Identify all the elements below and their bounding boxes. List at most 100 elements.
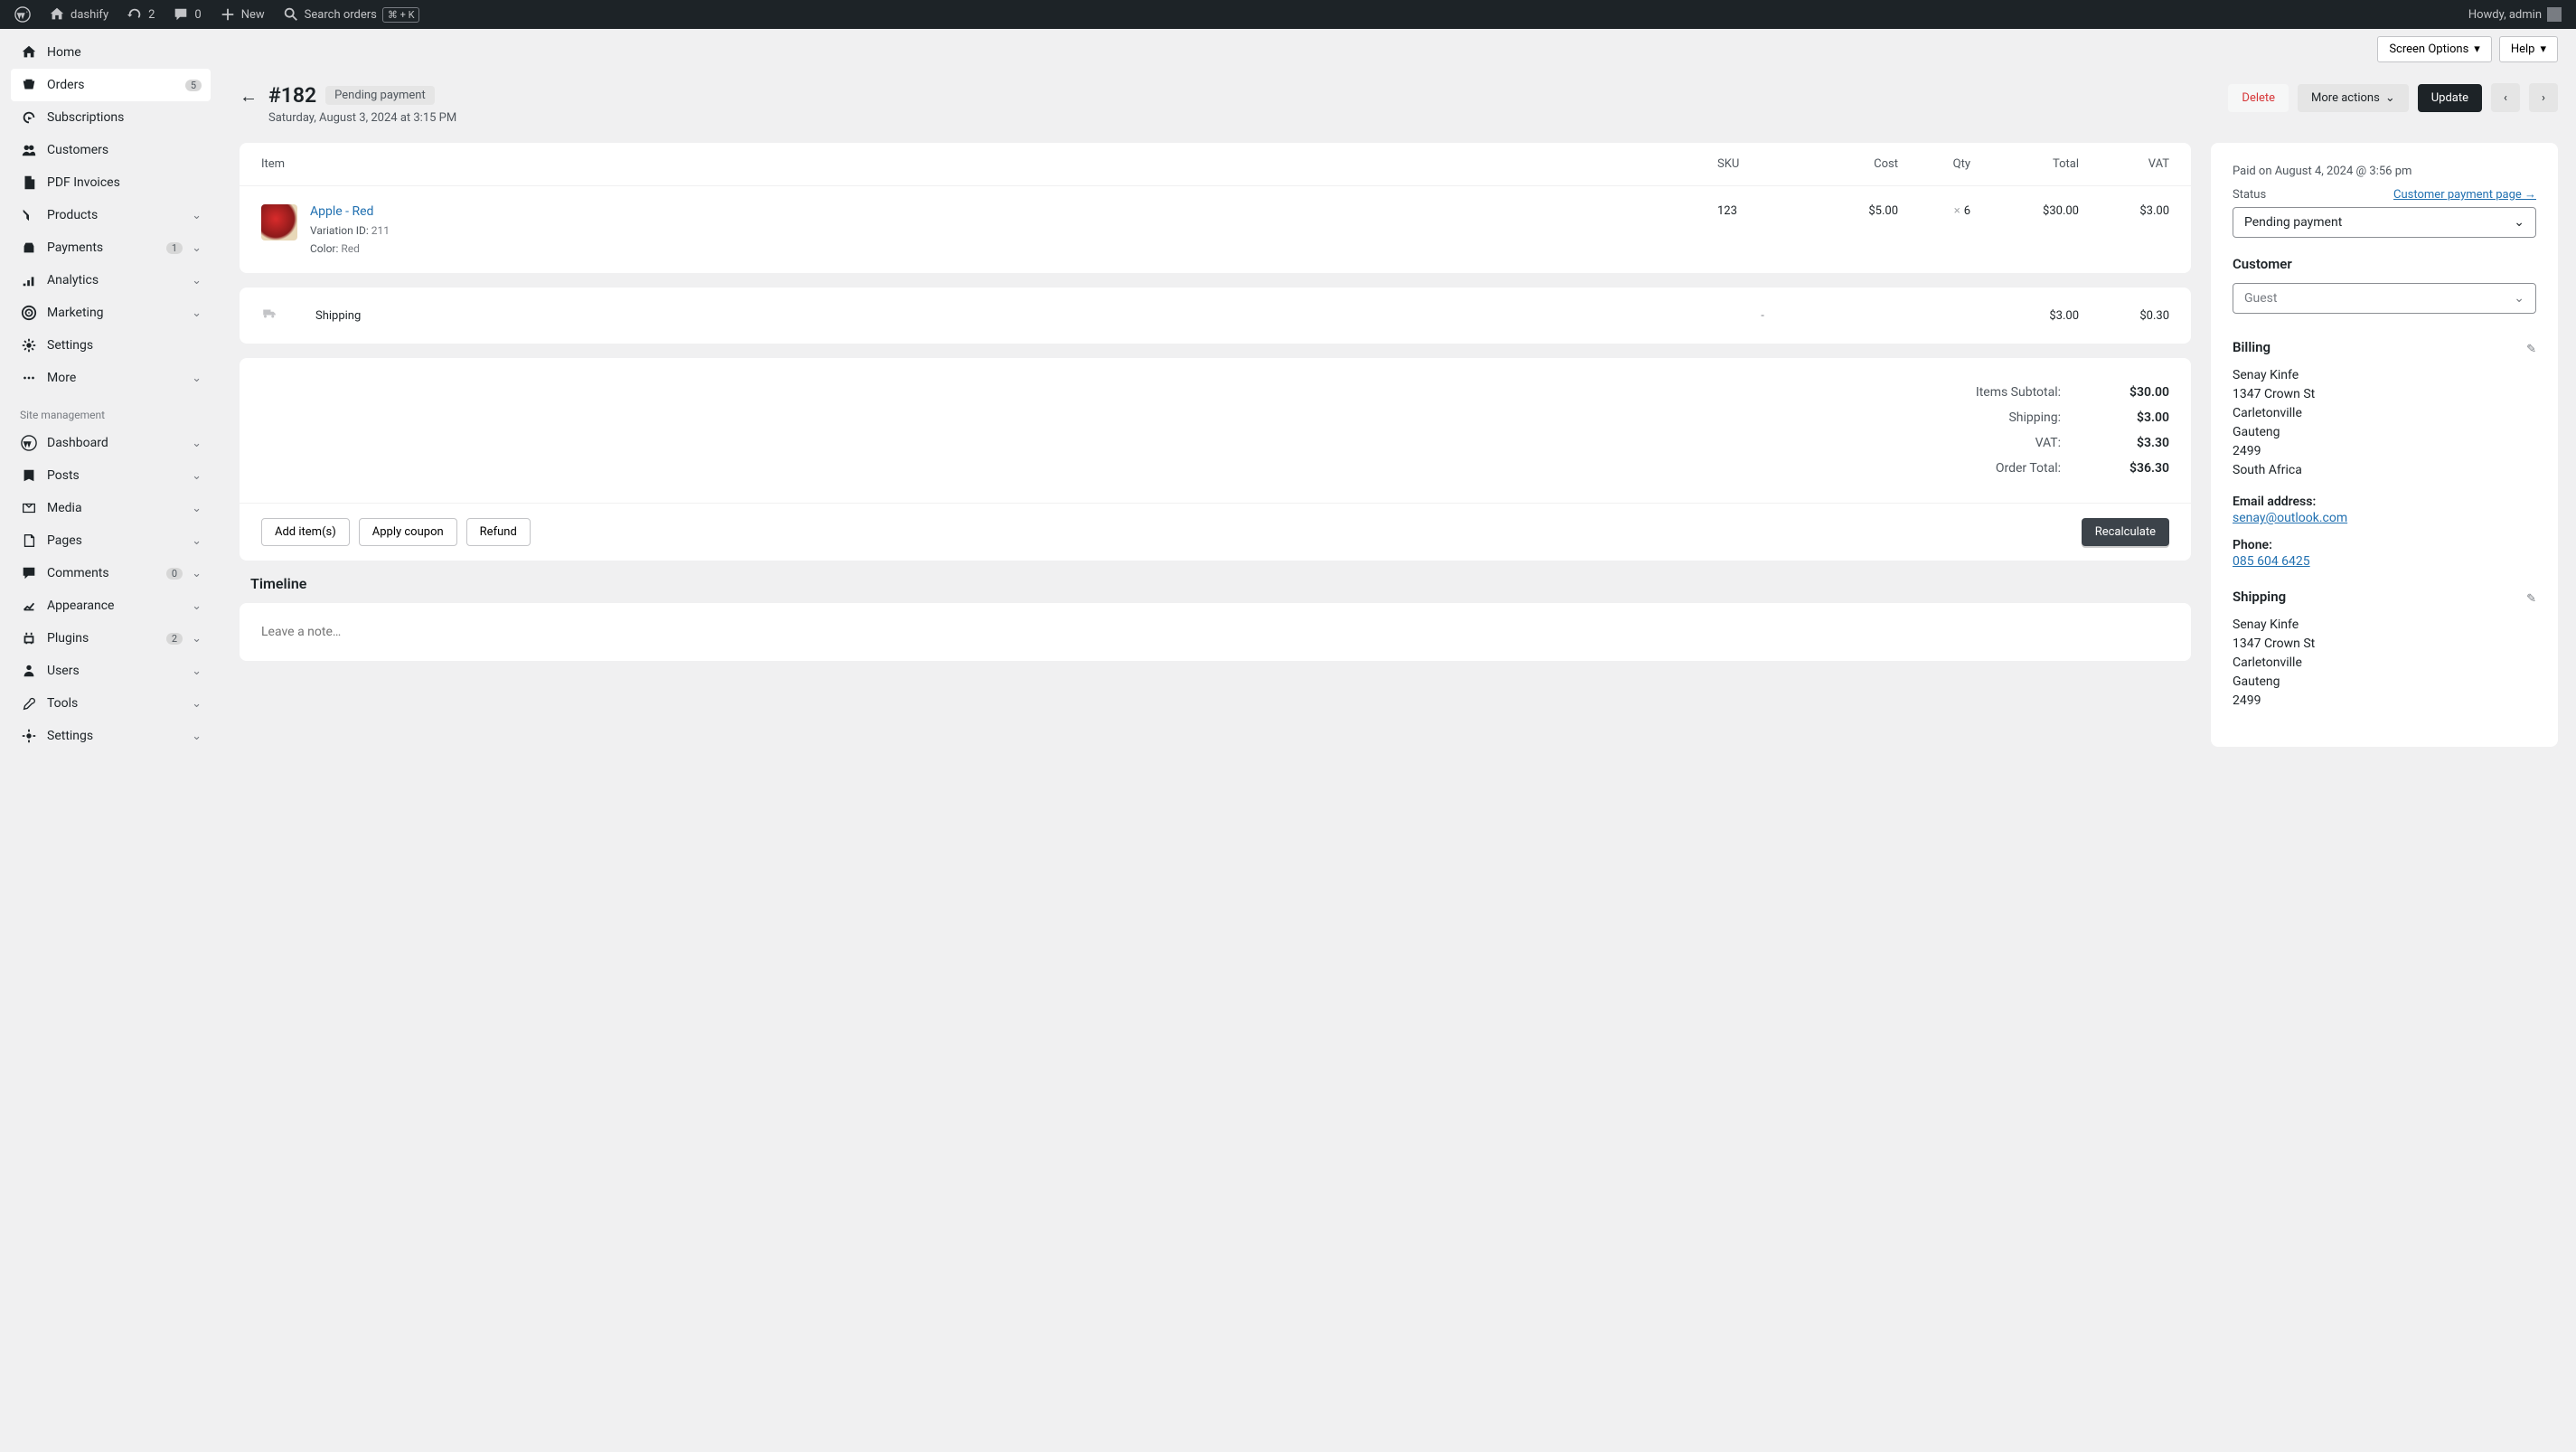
menu-icon [20,467,38,485]
chevron-down-icon: ⌄ [2514,215,2524,230]
menu-label: Dashboard [47,436,183,450]
billing-address: Senay Kinfe 1347 Crown St Carletonville … [2233,366,2536,480]
shipping-vat: $0.30 [2079,309,2169,323]
delete-button[interactable]: Delete [2228,84,2289,112]
menu-badge: 1 [166,242,183,254]
menu-icon [20,108,38,127]
caret-down-icon: ▾ [2474,42,2480,56]
menu-label: Posts [47,468,183,483]
updates-link[interactable]: 2 [119,0,162,29]
chevron-down-icon: ⌄ [192,469,202,483]
sidebar-item-settings[interactable]: Settings⌄ [11,720,211,752]
menu-icon [20,629,38,647]
sidebar-item-settings[interactable]: Settings [11,329,211,362]
chevron-down-icon: ⌄ [192,730,202,743]
menu-badge: 0 [166,568,183,580]
edit-shipping-icon[interactable]: ✎ [2526,592,2536,606]
sidebar-item-payments[interactable]: Payments1⌄ [11,231,211,264]
add-items-button[interactable]: Add item(s) [261,518,350,546]
update-button[interactable]: Update [2418,84,2482,112]
col-item: Item [261,157,1717,171]
sidebar-item-plugins[interactable]: Plugins2⌄ [11,622,211,655]
chevron-down-icon: ⌄ [192,306,202,320]
wp-logo[interactable] [7,0,38,29]
sidebar-item-home[interactable]: Home [11,36,211,69]
sidebar-item-more[interactable]: More⌄ [11,362,211,394]
menu-icon [20,43,38,61]
back-arrow[interactable]: ← [240,83,258,108]
admin-bar: dashify 2 0 New Search orders⌘ + K Howdy… [0,0,2576,29]
sidebar-item-users[interactable]: Users⌄ [11,655,211,687]
item-total: $30.00 [1970,204,2079,218]
search-kbd: ⌘ + K [382,7,420,23]
sidebar-item-subscriptions[interactable]: Subscriptions [11,101,211,134]
chevron-down-icon: ⌄ [192,632,202,646]
comments-link[interactable]: 0 [165,0,208,29]
chevron-down-icon: ⌄ [192,437,202,450]
menu-label: Pages [47,533,183,548]
col-total: Total [1970,157,2079,171]
sidebar-item-media[interactable]: Media⌄ [11,492,211,524]
recalculate-button[interactable]: Recalculate [2082,518,2169,546]
search-orders[interactable]: Search orders⌘ + K [276,0,428,29]
menu-label: Plugins [47,631,157,646]
item-row: Apple - Red Variation ID: 211 Color: Red… [240,185,2191,273]
menu-label: Marketing [47,306,183,320]
menu-label: Analytics [47,273,183,288]
menu-icon [20,694,38,712]
sidebar-item-customers[interactable]: Customers [11,134,211,166]
apply-coupon-button[interactable]: Apply coupon [359,518,457,546]
new-link[interactable]: New [212,0,272,29]
chevron-down-icon: ⌄ [192,372,202,385]
email-link[interactable]: senay@outlook.com [2233,511,2536,525]
menu-icon [20,597,38,615]
menu-label: Tools [47,696,183,711]
sidebar-item-products[interactable]: Products⌄ [11,199,211,231]
site-link[interactable]: dashify [42,0,116,29]
sidebar-item-marketing[interactable]: Marketing ⌄ [11,297,211,329]
sidebar-item-appearance[interactable]: Appearance⌄ [11,589,211,622]
help-button[interactable]: Help ▾ [2499,36,2558,62]
order-total-value: $36.30 [2097,461,2169,476]
subtotal-value: $30.00 [2097,385,2169,400]
edit-billing-icon[interactable]: ✎ [2526,343,2536,356]
chevron-down-icon: ⌄ [192,599,202,613]
menu-label: Home [47,45,202,60]
sidebar-item-posts[interactable]: Posts ⌄ [11,459,211,492]
prev-order-button[interactable]: ‹ [2491,83,2520,112]
sidebar-item-tools[interactable]: Tools⌄ [11,687,211,720]
customer-payment-link[interactable]: Customer payment page → [2393,187,2536,202]
chevron-down-icon: ⌄ [192,274,202,288]
sidebar-item-pdf-invoices[interactable]: PDF Invoices [11,166,211,199]
next-order-button[interactable]: › [2529,83,2558,112]
sidebar-item-comments[interactable]: Comments0⌄ [11,557,211,589]
sidebar-item-pages[interactable]: Pages⌄ [11,524,211,557]
customer-select[interactable]: Guest⌄ [2233,283,2536,314]
howdy-user[interactable]: Howdy, admin [2461,0,2569,29]
sidebar-item-analytics[interactable]: Analytics ⌄ [11,264,211,297]
item-cost: $5.00 [1808,204,1898,218]
note-input[interactable] [240,603,2191,661]
refund-button[interactable]: Refund [466,518,531,546]
menu-icon [20,239,38,257]
status-select[interactable]: Pending payment⌄ [2233,207,2536,238]
status-badge: Pending payment [325,86,435,105]
shipping-total-label: Shipping: [2008,410,2061,425]
phone-label: Phone: [2233,538,2536,552]
menu-icon [20,174,38,192]
menu-icon [20,499,38,517]
menu-label: Products [47,208,183,222]
shipping-dash: - [1717,309,1808,323]
screen-options-button[interactable]: Screen Options ▾ [2377,36,2492,62]
product-name-link[interactable]: Apple - Red [310,204,390,219]
menu-label: Media [47,501,183,515]
order-date: Saturday, August 3, 2024 at 3:15 PM [268,111,456,125]
menu-label: Subscriptions [47,110,202,125]
more-actions-button[interactable]: More actions ⌄ [2298,84,2409,112]
menu-label: Users [47,664,183,678]
sidebar-item-orders[interactable]: Orders5 [11,69,211,101]
phone-link[interactable]: 085 604 6425 [2233,554,2536,569]
truck-icon [261,306,315,325]
sidebar-item-dashboard[interactable]: Dashboard ⌄ [11,427,211,459]
menu-icon [20,564,38,582]
